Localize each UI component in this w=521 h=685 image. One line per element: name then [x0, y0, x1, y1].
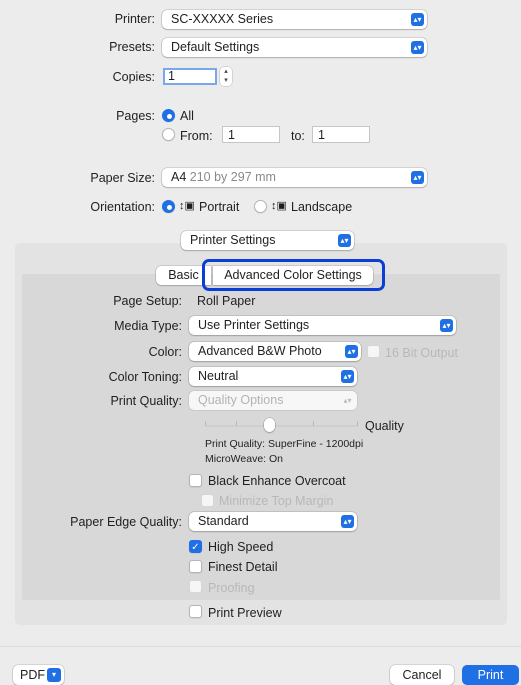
highlight-box [202, 259, 385, 291]
copies-label: Copies: [112, 70, 155, 84]
media-type-popup[interactable]: Use Printer Settings ▴▾ [189, 316, 456, 335]
color-toning-label: Color Toning: [108, 370, 182, 384]
printer-label: Printer: [114, 12, 155, 26]
minimize-margin-checkbox[interactable] [201, 494, 214, 507]
footer-divider [0, 646, 521, 647]
chevron-updown-icon: ▴▾ [411, 13, 424, 26]
pages-to-field[interactable]: 1 [312, 126, 370, 143]
presets-label: Presets: [109, 40, 155, 54]
chevron-updown-icon: ▴▾ [411, 41, 424, 54]
media-type-value: Use Printer Settings [198, 318, 310, 332]
portrait-label: Portrait [199, 200, 240, 214]
print-quality-label: Print Quality: [110, 394, 182, 408]
chevron-updown-icon: ▴▾ [345, 345, 358, 358]
pages-range-radio[interactable] [162, 128, 175, 141]
pages-all-label: All [180, 109, 194, 123]
color-value: Advanced B&W Photo [198, 344, 322, 358]
landscape-icon: ↕▣ [271, 200, 287, 212]
copies-stepper[interactable]: ▴ ▾ [220, 67, 232, 86]
paper-edge-label: Paper Edge Quality: [70, 515, 182, 529]
slider-tick [357, 421, 358, 426]
paper-size-popup[interactable]: A4 210 by 297 mm ▴▾ [162, 168, 427, 187]
landscape-radio[interactable] [254, 200, 267, 213]
print-preview-label: Print Preview [208, 606, 282, 620]
cancel-label: Cancel [402, 668, 442, 682]
pdf-label: PDF [20, 668, 45, 682]
printer-value: SC-XXXXX Series [171, 12, 274, 26]
finest-detail-checkbox[interactable] [189, 560, 202, 573]
paper-edge-value: Standard [198, 514, 249, 528]
quality-slider-track[interactable] [205, 425, 358, 427]
pages-to-label: to: [291, 129, 305, 143]
section-popup[interactable]: Printer Settings ▴▾ [181, 231, 354, 250]
print-label: Print [477, 668, 504, 682]
pages-label: Pages: [116, 109, 155, 123]
portrait-radio[interactable] [162, 200, 175, 213]
section-value: Printer Settings [190, 233, 276, 247]
pages-from-label: From: [180, 129, 213, 143]
color-toning-value: Neutral [198, 369, 239, 383]
pages-to-value: 1 [318, 128, 325, 142]
proofing-label: Proofing [208, 581, 255, 595]
slider-tick [236, 421, 237, 426]
chevron-updown-icon: ▴▾ [411, 171, 424, 184]
quality-slider-thumb[interactable] [264, 418, 275, 432]
page-setup-label: Page Setup: [113, 294, 182, 308]
chevron-updown-icon: ▴▾ [440, 319, 453, 332]
high-speed-checkbox[interactable]: ✓ [189, 540, 202, 553]
color-label: Color: [148, 345, 182, 359]
pdf-button[interactable]: PDF ▾ [13, 665, 64, 685]
chevron-updown-icon: ▴▾ [341, 370, 354, 383]
cancel-button[interactable]: Cancel [390, 665, 454, 685]
bit-output-checkbox[interactable] [367, 345, 380, 358]
paper-size-value: A4 [171, 170, 187, 184]
print-button[interactable]: Print [462, 665, 519, 685]
bit-output-label: 16 Bit Output [385, 346, 458, 360]
paper-edge-popup[interactable]: Standard ▴▾ [189, 512, 357, 531]
color-toning-popup[interactable]: Neutral ▴▾ [189, 367, 357, 386]
pages-from-value: 1 [228, 128, 235, 142]
paper-size-label: Paper Size: [90, 171, 155, 185]
copies-field[interactable]: 1 [163, 68, 217, 85]
copies-value: 1 [168, 69, 175, 83]
color-popup[interactable]: Advanced B&W Photo ▴▾ [189, 342, 361, 361]
slider-tick [313, 421, 314, 426]
slider-tick [205, 421, 206, 426]
pages-from-field[interactable]: 1 [222, 126, 280, 143]
microweave-info: MicroWeave: On [205, 453, 283, 465]
print-quality-value: Quality Options [198, 393, 284, 407]
chevron-updown-icon: ▴▾ [341, 515, 354, 528]
quality-slider-label: Quality [365, 419, 404, 433]
high-speed-label: High Speed [208, 540, 274, 554]
orientation-label: Orientation: [90, 200, 155, 214]
print-quality-info: Print Quality: SuperFine - 1200dpi [205, 438, 364, 450]
paper-size-detail: 210 by 297 mm [189, 170, 276, 184]
proofing-checkbox[interactable] [189, 580, 202, 593]
pages-all-radio[interactable] [162, 109, 175, 122]
chevron-updown-icon: ▴▾ [343, 396, 352, 405]
presets-value: Default Settings [171, 40, 260, 54]
media-type-label: Media Type: [114, 319, 182, 333]
presets-popup[interactable]: Default Settings ▴▾ [162, 38, 427, 57]
tab-basic-label: Basic [168, 268, 199, 282]
chevron-updown-icon: ▴▾ [338, 234, 351, 247]
page-setup-value: Roll Paper [197, 294, 256, 308]
chevron-down-icon: ▾ [47, 668, 61, 682]
finest-detail-label: Finest Detail [208, 560, 278, 574]
landscape-label: Landscape [291, 200, 353, 214]
print-preview-checkbox[interactable] [189, 605, 202, 618]
print-quality-popup[interactable]: Quality Options ▴▾ [189, 391, 357, 410]
minimize-margin-label: Minimize Top Margin [219, 494, 334, 508]
black-enhance-checkbox[interactable] [189, 474, 202, 487]
portrait-icon: ↕▣ [179, 200, 195, 212]
black-enhance-label: Black Enhance Overcoat [208, 474, 346, 488]
printer-popup[interactable]: SC-XXXXX Series ▴▾ [162, 10, 427, 29]
